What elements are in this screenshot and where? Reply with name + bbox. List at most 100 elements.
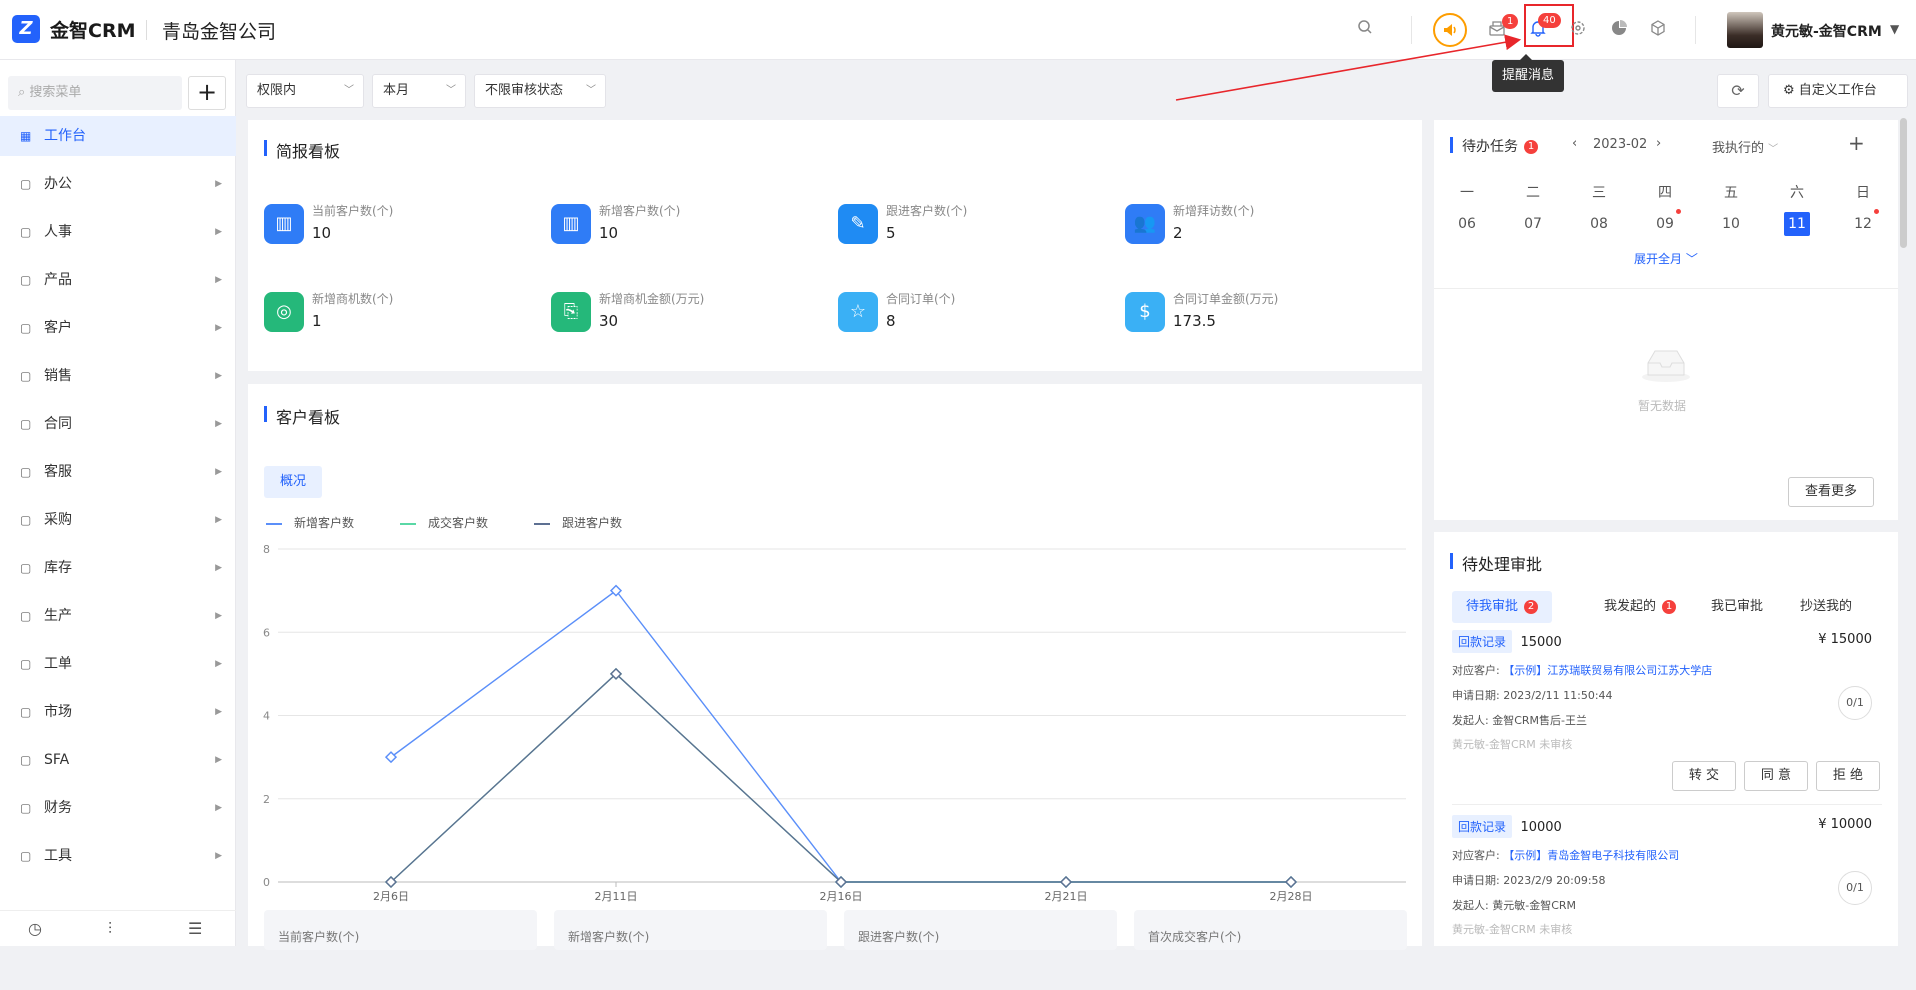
stat-card[interactable]: $ 合同订单金额(万元) 173.5 <box>1125 286 1405 336</box>
calendar-day[interactable]: 09 <box>1652 212 1678 236</box>
calendar-day[interactable]: 06 <box>1454 212 1480 236</box>
data-point <box>1059 875 1073 889</box>
stat-card[interactable]: ▥ 新增客户数(个) 10 <box>551 198 831 248</box>
refresh-button[interactable]: ⟳ <box>1717 74 1759 108</box>
stat-card[interactable]: 👥 新增拜访数(个) 2 <box>1125 198 1405 248</box>
customer-link[interactable]: 【示例】青岛金智电子科技有限公司 <box>1503 849 1679 862</box>
sidebar-item-1[interactable]: ▢ 办公 ▶ <box>0 164 236 204</box>
sidebar-item-9[interactable]: ▢ 库存 ▶ <box>0 548 236 588</box>
sidebar-item-12[interactable]: ▢ 市场 ▶ <box>0 692 236 732</box>
headset-icon: ▢ <box>20 465 32 479</box>
sidebar-item-6[interactable]: ▢ 合同 ▶ <box>0 404 236 444</box>
tool-icon: ▢ <box>20 849 32 863</box>
stat-value: 173.5 <box>1173 312 1216 330</box>
data-point <box>384 751 398 764</box>
settings-icon[interactable] <box>1567 19 1589 41</box>
stat-card[interactable]: ✎ 跟进客户数(个) 5 <box>838 198 1118 248</box>
caret-right-icon: ▶ <box>215 227 222 237</box>
view-more-button[interactable]: 查看更多 <box>1788 477 1874 507</box>
sidebar-item-label: 人事 <box>44 224 72 240</box>
add-task-button[interactable]: + <box>1848 131 1865 155</box>
sidebar-item-2[interactable]: ▢ 人事 ▶ <box>0 212 236 252</box>
approval-item[interactable]: 回款记录 15000 ¥ 15000 对应客户: 【示例】江苏瑞联贸易有限公司江苏大… <box>1452 630 1882 805</box>
customize-workbench-button[interactable]: ⚙ 自定义工作台 <box>1768 74 1908 108</box>
sidebar-item-0[interactable]: ▦ 工作台 <box>0 116 236 156</box>
avatar[interactable] <box>1727 12 1763 48</box>
stat-card[interactable]: ▥ 当前客户数(个) 10 <box>264 198 544 248</box>
audit-status-select[interactable]: 不限审核状态 ﹀ <box>474 74 606 108</box>
weekday-label: 三 <box>1592 185 1606 201</box>
sidebar-item-label: 合同 <box>44 416 72 432</box>
sidebar-item-label: 生产 <box>44 608 72 624</box>
approval-tab-label: 我发起的 <box>1604 599 1657 614</box>
prev-month-icon[interactable]: ‹ <box>1572 136 1577 151</box>
approval-tab-label: 我已审批 <box>1711 599 1764 614</box>
sidebar-item-label: 客户 <box>44 320 72 336</box>
add-button[interactable]: + <box>188 76 226 110</box>
weekday-label: 日 <box>1856 185 1870 201</box>
sidebar-item-3[interactable]: ▢ 产品 ▶ <box>0 260 236 300</box>
period-select[interactable]: 本月 ﹀ <box>372 74 466 108</box>
caret-down-icon[interactable]: ▼ <box>1890 22 1899 36</box>
sidebar-item-label: 工单 <box>44 656 72 672</box>
todo-filter-select[interactable]: 我执行的 ﹀ <box>1712 137 1778 156</box>
caret-right-icon: ▶ <box>215 851 222 861</box>
approval-tab-2[interactable]: 我已审批 <box>1697 591 1777 623</box>
scrollbar[interactable] <box>1900 118 1907 248</box>
calendar-day[interactable]: 12 <box>1850 212 1876 236</box>
sidebar-item-15[interactable]: ▢ 工具 ▶ <box>0 836 236 876</box>
stat-card[interactable]: ⎘ 新增商机金额(万元) 30 <box>551 286 831 336</box>
sidebar-item-11[interactable]: ▢ 工单 ▶ <box>0 644 236 684</box>
customer-link[interactable]: 【示例】江苏瑞联贸易有限公司江苏大学店 <box>1503 664 1712 677</box>
notification-tooltip: 提醒消息 <box>1492 54 1564 92</box>
user-name[interactable]: 黄元敏-金智CRM <box>1771 21 1882 41</box>
history-icon[interactable]: ◷ <box>28 919 42 938</box>
caret-right-icon: ▶ <box>215 755 222 765</box>
sidebar-item-8[interactable]: ▢ 采购 ▶ <box>0 500 236 540</box>
app-name: 金智CRM <box>50 20 136 42</box>
sidebar-item-7[interactable]: ▢ 客服 ▶ <box>0 452 236 492</box>
cube-icon[interactable] <box>1647 19 1669 41</box>
calendar-day[interactable]: 11 <box>1784 212 1810 236</box>
customize-label: 自定义工作台 <box>1798 83 1877 98</box>
calendar-day[interactable]: 07 <box>1520 212 1546 236</box>
search-icon[interactable] <box>1354 19 1376 41</box>
sliders-icon[interactable]: ⫶ <box>108 919 112 939</box>
approval-tab-1[interactable]: 我发起的 1 <box>1590 591 1690 623</box>
app-logo[interactable]: Z <box>12 15 40 43</box>
collapse-menu-icon[interactable]: ☰ <box>188 919 202 938</box>
approve-button[interactable]: 同 意 <box>1744 761 1808 791</box>
stat-card[interactable]: ☆ 合同订单(个) 8 <box>838 286 1118 336</box>
approval-tab-0[interactable]: 待我审批 2 <box>1452 591 1553 623</box>
sidebar-item-14[interactable]: ▢ 财务 ▶ <box>0 788 236 828</box>
warehouse-icon: ▢ <box>20 561 32 575</box>
todo-badge: 1 <box>1524 140 1538 154</box>
next-month-icon[interactable]: › <box>1656 136 1661 151</box>
menu-search-input[interactable]: ⌕ 搜索菜单 <box>8 76 182 110</box>
sidebar-item-10[interactable]: ▢ 生产 ▶ <box>0 596 236 636</box>
reject-button[interactable]: 拒 绝 <box>1816 761 1880 791</box>
sidebar-item-5[interactable]: ▢ 销售 ▶ <box>0 356 236 396</box>
announcement-icon[interactable] <box>1433 13 1467 47</box>
stat-value: 5 <box>886 224 896 242</box>
chevron-down-icon: ﹀ <box>446 85 456 96</box>
sidebar-item-4[interactable]: ▢ 客户 ▶ <box>0 308 236 348</box>
stat-icon: ⎘ <box>551 292 591 332</box>
expand-month-link[interactable]: 展开全月 ﹀ <box>1634 250 1698 267</box>
date-label: 申请日期: <box>1452 874 1500 887</box>
approval-status: 黄元敏-金智CRM 未审核 <box>1452 923 1573 936</box>
approval-tab-3[interactable]: 抄送我的 <box>1786 591 1866 623</box>
report-pie-icon[interactable] <box>1608 19 1630 41</box>
empty-inbox-icon <box>1640 343 1692 383</box>
sidebar-item-label: 工具 <box>44 848 72 864</box>
approval-item[interactable]: 回款记录 10000 ¥ 10000 对应客户: 【示例】青岛金智电子科技有限公司申… <box>1452 815 1882 990</box>
sidebar-item-label: 产品 <box>44 272 72 288</box>
stat-card[interactable]: ◎ 新增商机数(个) 1 <box>264 286 544 336</box>
calendar-day[interactable]: 10 <box>1718 212 1744 236</box>
transfer-button[interactable]: 转 交 <box>1672 761 1736 791</box>
sidebar-item-13[interactable]: ▢ SFA ▶ <box>0 740 236 780</box>
summary-card: 跟进客户数(个) <box>844 910 1117 950</box>
scope-select[interactable]: 权限内 ﹀ <box>246 74 364 108</box>
calendar-day[interactable]: 08 <box>1586 212 1612 236</box>
initiator: 金智CRM售后-王兰 <box>1492 714 1588 727</box>
